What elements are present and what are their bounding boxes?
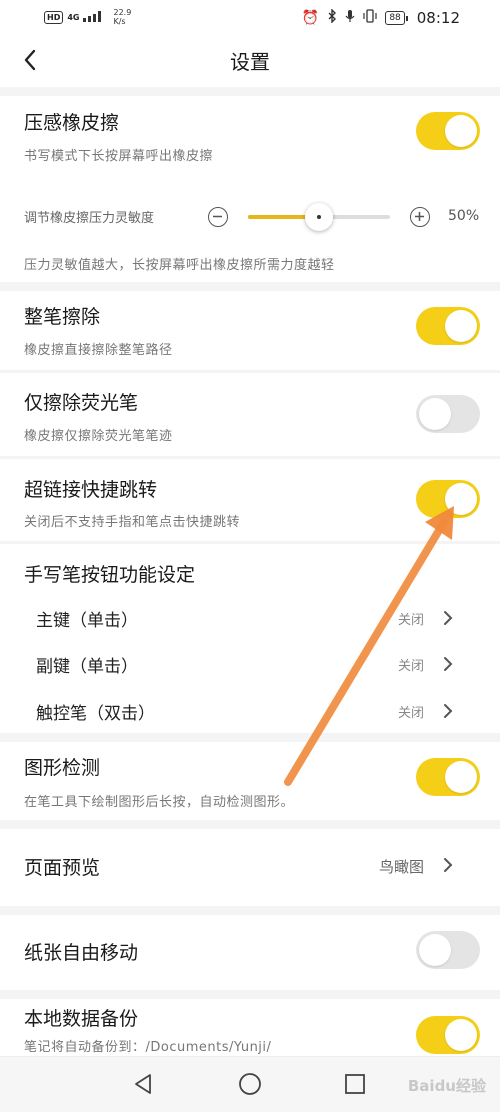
section-divider — [0, 87, 500, 96]
pen-item-label: 副键（单击） — [36, 657, 138, 677]
nav-recents-button[interactable] — [342, 1071, 368, 1097]
clock: 08:12 — [416, 9, 460, 27]
highlighter-only-subtitle: 橡皮擦仅擦除荧光笔笔迹 — [24, 429, 173, 444]
network-label: 4G — [67, 12, 80, 22]
backup-toggle[interactable] — [416, 1016, 480, 1054]
toggle-knob — [445, 310, 477, 342]
circle-home-icon — [239, 1073, 261, 1095]
hyperlink-toggle[interactable] — [416, 480, 480, 518]
section-divider — [0, 541, 500, 544]
eraser-subtitle: 书写模式下长按屏幕呼出橡皮擦 — [24, 149, 214, 164]
net-speed: 22.9 K/s — [113, 8, 131, 26]
alarm-icon: ⏰ — [301, 10, 320, 26]
plus-icon — [415, 212, 424, 221]
section-divider — [0, 990, 500, 999]
page-preview-value: 鸟瞰图 — [378, 858, 424, 876]
toggle-knob — [419, 398, 451, 430]
eraser-title: 压感橡皮擦 — [24, 112, 120, 134]
highlighter-only-title: 仅擦除荧光笔 — [24, 392, 139, 414]
square-recents-icon — [345, 1074, 365, 1094]
mic-icon — [345, 9, 355, 27]
pen-item-value: 关闭 — [397, 706, 424, 721]
pen-item-value: 关闭 — [397, 659, 424, 674]
bluetooth-icon — [327, 8, 337, 27]
eraser-toggle[interactable] — [416, 112, 480, 150]
paper-move-toggle[interactable] — [416, 931, 480, 969]
pen-item-label: 触控笔（双击） — [36, 704, 155, 724]
hd-badge: HD — [44, 10, 64, 24]
paper-move-title: 纸张自由移动 — [24, 942, 139, 964]
toggle-knob — [419, 934, 451, 966]
highlighter-only-toggle[interactable] — [416, 395, 480, 433]
minus-icon — [213, 215, 222, 218]
pen-item-value: 关闭 — [397, 613, 424, 628]
pen-item-label: 主键（单击） — [36, 611, 138, 631]
page-title: 设置 — [230, 50, 270, 74]
shape-detect-title: 图形检测 — [24, 757, 101, 779]
chevron-right-icon — [444, 704, 453, 718]
net-speed-unit: K/s — [113, 17, 126, 26]
chevron-right-icon — [444, 657, 453, 671]
backup-title: 本地数据备份 — [24, 1008, 139, 1030]
triangle-back-icon — [135, 1074, 151, 1094]
section-divider — [0, 733, 500, 742]
section-divider — [0, 282, 500, 291]
section-divider — [0, 456, 500, 459]
decrease-button[interactable] — [208, 207, 228, 227]
whole-stroke-title: 整笔擦除 — [24, 306, 101, 328]
battery-indicator: 88 — [385, 11, 409, 25]
sensitivity-slider[interactable] — [248, 203, 390, 231]
sensitivity-note: 压力灵敏值越大，长按屏幕呼出橡皮擦所需力度越轻 — [24, 258, 335, 273]
system-nav-bar: Baidu经验 — [0, 1056, 500, 1112]
hyperlink-title: 超链接快捷跳转 — [24, 479, 158, 501]
shape-detect-toggle[interactable] — [416, 758, 480, 796]
net-speed-value: 22.9 — [113, 8, 132, 17]
toggle-knob — [445, 483, 477, 515]
section-divider — [0, 906, 500, 915]
increase-button[interactable] — [410, 207, 430, 227]
signal-icon — [83, 10, 105, 25]
whole-stroke-toggle[interactable] — [416, 307, 480, 345]
sensitivity-label: 调节橡皮擦压力灵敏度 — [24, 211, 155, 226]
chevron-right-icon — [444, 611, 453, 625]
page-preview-title: 页面预览 — [24, 857, 101, 879]
section-divider — [0, 370, 500, 373]
shape-detect-subtitle: 在笔工具下绘制图形后长按，自动检测图形。 — [24, 795, 295, 810]
toggle-knob — [445, 761, 477, 793]
toggle-knob — [445, 1019, 477, 1051]
vibrate-icon — [363, 9, 377, 27]
whole-stroke-subtitle: 橡皮擦直接擦除整笔路径 — [24, 343, 173, 358]
backup-subtitle: 笔记将自动备份到：/Documents/Yunji/ — [24, 1040, 272, 1055]
chevron-right-icon — [444, 858, 453, 872]
app-header: 设置 — [0, 36, 500, 84]
sensitivity-value: 50% — [448, 208, 480, 224]
nav-back-button[interactable] — [130, 1071, 156, 1097]
pen-button-title: 手写笔按钮功能设定 — [24, 564, 196, 586]
nav-home-button[interactable] — [237, 1071, 263, 1097]
section-divider — [0, 820, 500, 829]
toggle-knob — [445, 115, 477, 147]
watermark: Baidu经验 — [407, 1077, 486, 1095]
slider-thumb[interactable] — [305, 203, 333, 231]
status-bar: HD 4G 22.9 K/s ⏰ 88 08:12 — [0, 0, 500, 36]
hyperlink-subtitle: 关闭后不支持手指和笔点击快捷跳转 — [24, 515, 241, 530]
